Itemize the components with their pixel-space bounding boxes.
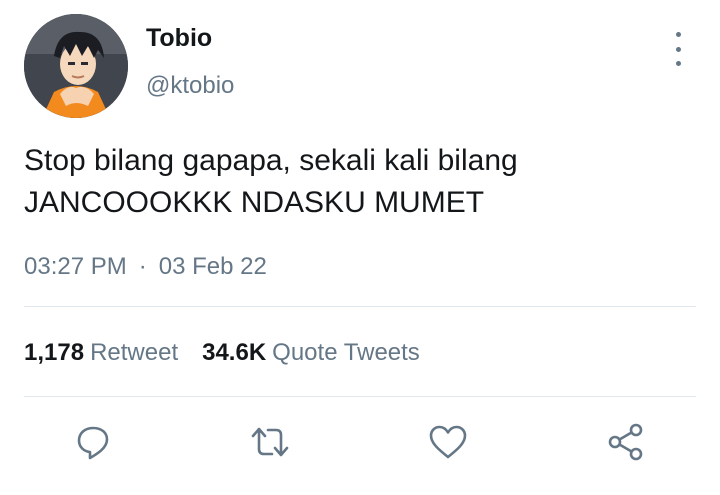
divider bbox=[24, 396, 696, 397]
tweet-meta: 03:27 PM · 03 Feb 22 bbox=[24, 253, 267, 281]
retweet-button[interactable] bbox=[246, 418, 294, 466]
reply-button[interactable] bbox=[69, 418, 117, 466]
tweet-time[interactable]: 03:27 PM bbox=[24, 253, 127, 280]
more-dot-icon bbox=[675, 32, 681, 37]
action-bar bbox=[0, 418, 720, 474]
tweet-text-line: JANCOOOKKK NDASKU MUMET bbox=[24, 186, 485, 219]
quotes-label: Quote Tweets bbox=[272, 339, 420, 366]
meta-separator: · bbox=[138, 253, 147, 280]
avatar[interactable] bbox=[24, 14, 128, 118]
more-options-button[interactable] bbox=[664, 32, 692, 66]
quotes-stat[interactable]: 34.6K Quote Tweets bbox=[202, 339, 420, 366]
retweets-stat[interactable]: 1,178 Retweet bbox=[24, 339, 178, 366]
retweet-icon bbox=[251, 427, 289, 457]
heart-icon bbox=[429, 425, 467, 459]
tweet-stats: 1,178 Retweet 34.6K Quote Tweets bbox=[24, 339, 420, 367]
tweet-text: Stop bilang gapapa, sekali kali bilang J… bbox=[24, 140, 704, 224]
retweets-label: Retweet bbox=[90, 339, 179, 366]
share-button[interactable] bbox=[602, 418, 650, 466]
more-dot-icon bbox=[675, 46, 681, 52]
share-icon bbox=[608, 423, 643, 461]
user-handle[interactable]: @ktobio bbox=[146, 72, 234, 100]
tweet-date[interactable]: 03 Feb 22 bbox=[159, 253, 267, 280]
retweets-count: 1,178 bbox=[24, 339, 85, 366]
tweet-text-line: Stop bilang gapapa, sekali kali bilang bbox=[24, 144, 518, 177]
more-dot-icon bbox=[675, 61, 681, 66]
reply-icon bbox=[77, 426, 109, 460]
divider bbox=[24, 306, 696, 307]
like-button[interactable] bbox=[424, 418, 472, 466]
quotes-count: 34.6K bbox=[202, 339, 267, 366]
display-name[interactable]: Tobio bbox=[146, 24, 212, 53]
avatar-image bbox=[24, 14, 128, 118]
